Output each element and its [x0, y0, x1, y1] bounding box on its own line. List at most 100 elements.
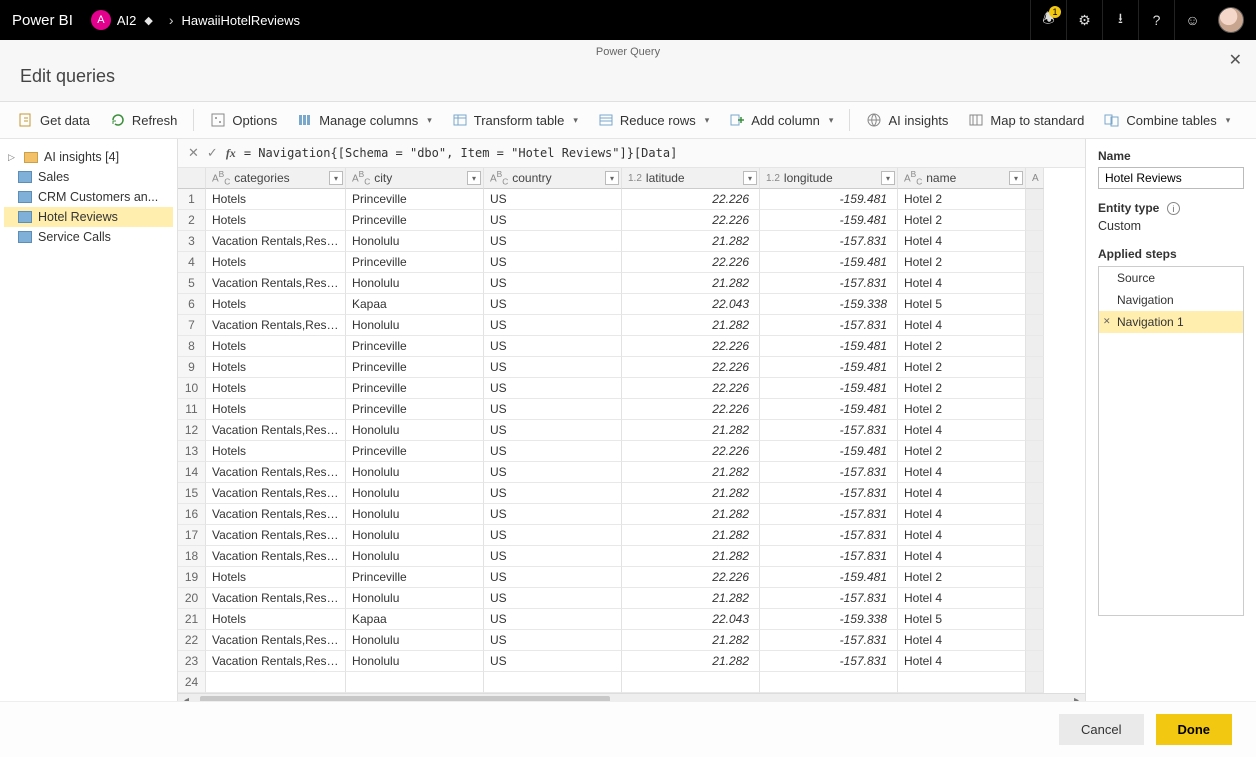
row-number[interactable]: 2	[178, 210, 206, 231]
cell-categories: Vacation Rentals,Resorts &...	[206, 588, 346, 609]
row-number[interactable]: 12	[178, 420, 206, 441]
options-label: Options	[232, 113, 277, 128]
applied-step[interactable]: Navigation 1	[1099, 311, 1243, 333]
query-item[interactable]: Sales	[4, 167, 173, 187]
refresh-button[interactable]: Refresh	[102, 108, 186, 132]
feedback-button[interactable]: ☺	[1174, 0, 1210, 40]
row-number[interactable]: 5	[178, 273, 206, 294]
row-number[interactable]: 10	[178, 378, 206, 399]
row-number[interactable]: 9	[178, 357, 206, 378]
scroll-left-arrow-icon[interactable]: ◂	[184, 695, 189, 701]
notifications-button[interactable]: 🕭 1	[1030, 0, 1066, 40]
applied-step[interactable]: Source	[1099, 267, 1243, 289]
column-filter-button[interactable]: ▾	[605, 171, 619, 185]
get-data-button[interactable]: Get data	[10, 108, 98, 132]
brand-label: Power BI	[12, 12, 73, 29]
column-filter-button[interactable]: ▾	[1009, 171, 1023, 185]
cancel-button[interactable]: Cancel	[1059, 714, 1143, 745]
cell-categories: Vacation Rentals,Resorts &...	[206, 231, 346, 252]
combine-icon	[1104, 112, 1120, 128]
column-header-country[interactable]: ABC country▾	[484, 168, 622, 189]
cell-longitude: -159.481	[760, 189, 898, 210]
cell-longitude: -157.831	[760, 588, 898, 609]
row-number[interactable]: 24	[178, 672, 206, 693]
row-number[interactable]: 18	[178, 546, 206, 567]
cell-longitude: -159.481	[760, 399, 898, 420]
row-number[interactable]: 17	[178, 525, 206, 546]
done-button[interactable]: Done	[1156, 714, 1233, 745]
cell-name: Hotel 2	[898, 441, 1026, 462]
reduce-rows-label: Reduce rows	[620, 113, 696, 128]
cell-longitude: -157.831	[760, 525, 898, 546]
combine-tables-button[interactable]: Combine tables▾	[1096, 108, 1238, 132]
column-filter-button[interactable]: ▾	[743, 171, 757, 185]
query-item[interactable]: CRM Customers an...	[4, 187, 173, 207]
row-number[interactable]: 1	[178, 189, 206, 210]
cell-country: US	[484, 462, 622, 483]
row-number[interactable]: 11	[178, 399, 206, 420]
row-number[interactable]: 21	[178, 609, 206, 630]
column-header-latitude[interactable]: 1.2 latitude▾	[622, 168, 760, 189]
queries-group[interactable]: ▷ AI insights [4]	[4, 147, 173, 167]
formula-cancel-button[interactable]: ✕	[188, 145, 199, 161]
column-filter-button[interactable]: ▾	[881, 171, 895, 185]
column-filter-button[interactable]: ▾	[467, 171, 481, 185]
column-header-longitude[interactable]: 1.2 longitude▾	[760, 168, 898, 189]
get-data-label: Get data	[40, 113, 90, 128]
workspace-name[interactable]: AI2	[117, 13, 137, 28]
row-number[interactable]: 20	[178, 588, 206, 609]
column-header-overflow[interactable]: A	[1026, 168, 1044, 189]
download-button[interactable]: ⭳	[1102, 0, 1138, 40]
row-number[interactable]: 14	[178, 462, 206, 483]
add-column-button[interactable]: Add column▾	[721, 108, 841, 132]
breadcrumb-dataset[interactable]: HawaiiHotelReviews	[182, 13, 301, 28]
row-number[interactable]: 15	[178, 483, 206, 504]
help-button[interactable]: ?	[1138, 0, 1174, 40]
dialog-close-button[interactable]: ✕	[1229, 50, 1242, 70]
column-header-name[interactable]: ABC name▾	[898, 168, 1026, 189]
column-header-categories[interactable]: ABC categories▾	[206, 168, 346, 189]
query-item[interactable]: Service Calls	[4, 227, 173, 247]
column-filter-button[interactable]: ▾	[329, 171, 343, 185]
scroll-thumb[interactable]	[200, 696, 610, 701]
row-number[interactable]: 16	[178, 504, 206, 525]
row-number[interactable]: 19	[178, 567, 206, 588]
reduce-rows-button[interactable]: Reduce rows▾	[590, 108, 717, 132]
table-icon	[18, 231, 32, 243]
map-to-standard-button[interactable]: Map to standard	[960, 108, 1092, 132]
row-number[interactable]: 23	[178, 651, 206, 672]
scroll-right-arrow-icon[interactable]: ▸	[1074, 695, 1079, 701]
cell-latitude: 22.226	[622, 189, 760, 210]
horizontal-scrollbar[interactable]: ◂ ▸	[178, 693, 1085, 701]
cell-name: Hotel 2	[898, 210, 1026, 231]
row-number[interactable]: 4	[178, 252, 206, 273]
info-icon[interactable]: i	[1167, 202, 1180, 215]
cell-latitude: 21.282	[622, 588, 760, 609]
settings-button[interactable]: ⚙	[1066, 0, 1102, 40]
row-number[interactable]: 8	[178, 336, 206, 357]
cell-city: Honolulu	[346, 483, 484, 504]
formula-text[interactable]: = Navigation{[Schema = "dbo", Item = "Ho…	[244, 146, 1075, 160]
cell-name: Hotel 4	[898, 546, 1026, 567]
ai-insights-button[interactable]: AI insights	[858, 108, 956, 132]
applied-step[interactable]: Navigation	[1099, 289, 1243, 311]
row-number[interactable]: 13	[178, 441, 206, 462]
cell-name: Hotel 4	[898, 630, 1026, 651]
transform-table-button[interactable]: Transform table▾	[444, 108, 586, 132]
options-button[interactable]: Options	[202, 108, 285, 132]
user-avatar[interactable]	[1218, 7, 1244, 33]
row-number[interactable]: 7	[178, 315, 206, 336]
chevron-down-icon: ▾	[1226, 115, 1231, 126]
row-number[interactable]: 3	[178, 231, 206, 252]
workspace-avatar[interactable]: A	[91, 10, 111, 30]
query-item[interactable]: Hotel Reviews	[4, 207, 173, 227]
scroll-gutter	[1026, 462, 1044, 483]
query-item-label: CRM Customers an...	[38, 190, 158, 204]
column-header-city[interactable]: ABC city▾	[346, 168, 484, 189]
row-number[interactable]: 22	[178, 630, 206, 651]
cell-name: Hotel 4	[898, 273, 1026, 294]
manage-columns-button[interactable]: Manage columns▾	[289, 108, 440, 132]
formula-accept-button[interactable]: ✓	[207, 145, 218, 161]
query-name-input[interactable]	[1098, 167, 1244, 189]
row-number[interactable]: 6	[178, 294, 206, 315]
